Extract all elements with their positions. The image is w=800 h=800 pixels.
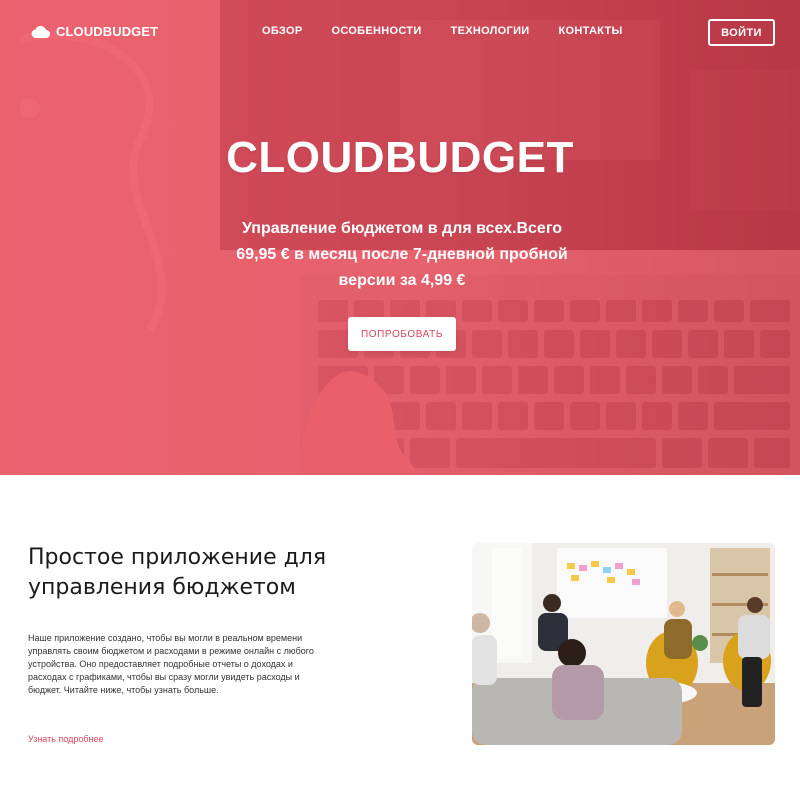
cloud-icon: [31, 25, 50, 38]
logo-text: CLOUDBUDGET: [56, 24, 159, 39]
team-meeting-illustration: [472, 543, 775, 745]
nav-link-features[interactable]: ОСОБЕННОСТИ: [331, 25, 421, 37]
nav-link-technologies[interactable]: ТЕХНОЛОГИИ: [451, 25, 530, 37]
login-button[interactable]: ВОЙТИ: [708, 19, 775, 46]
nav-link-contacts[interactable]: КОНТАКТЫ: [559, 25, 623, 37]
hero-title: CLOUDBUDGET: [226, 133, 574, 182]
learn-more-link[interactable]: Узнать подробнее: [28, 734, 104, 744]
nav-link-overview[interactable]: ОБЗОР: [262, 25, 302, 37]
hero-section: CLOUDBUDGET ОБЗОР ОСОБЕННОСТИ ТЕХНОЛОГИИ…: [0, 0, 800, 475]
section-description: Наше приложение создано, чтобы вы могли …: [28, 633, 314, 695]
top-navigation: CLOUDBUDGET ОБЗОР ОСОБЕННОСТИ ТЕХНОЛОГИИ…: [0, 0, 800, 64]
hero-subtitle: Управление бюджетом в для всех.Всего 69,…: [236, 220, 568, 289]
logo[interactable]: CLOUDBUDGET: [30, 24, 158, 39]
section-title: Простое приложение для управления бюджет…: [28, 545, 327, 600]
try-button[interactable]: ПОПРОБОВАТЬ: [348, 317, 456, 351]
nav-links: ОБЗОР ОСОБЕННОСТИ ТЕХНОЛОГИИ КОНТАКТЫ: [262, 25, 623, 37]
team-meeting-photo: [472, 543, 775, 745]
